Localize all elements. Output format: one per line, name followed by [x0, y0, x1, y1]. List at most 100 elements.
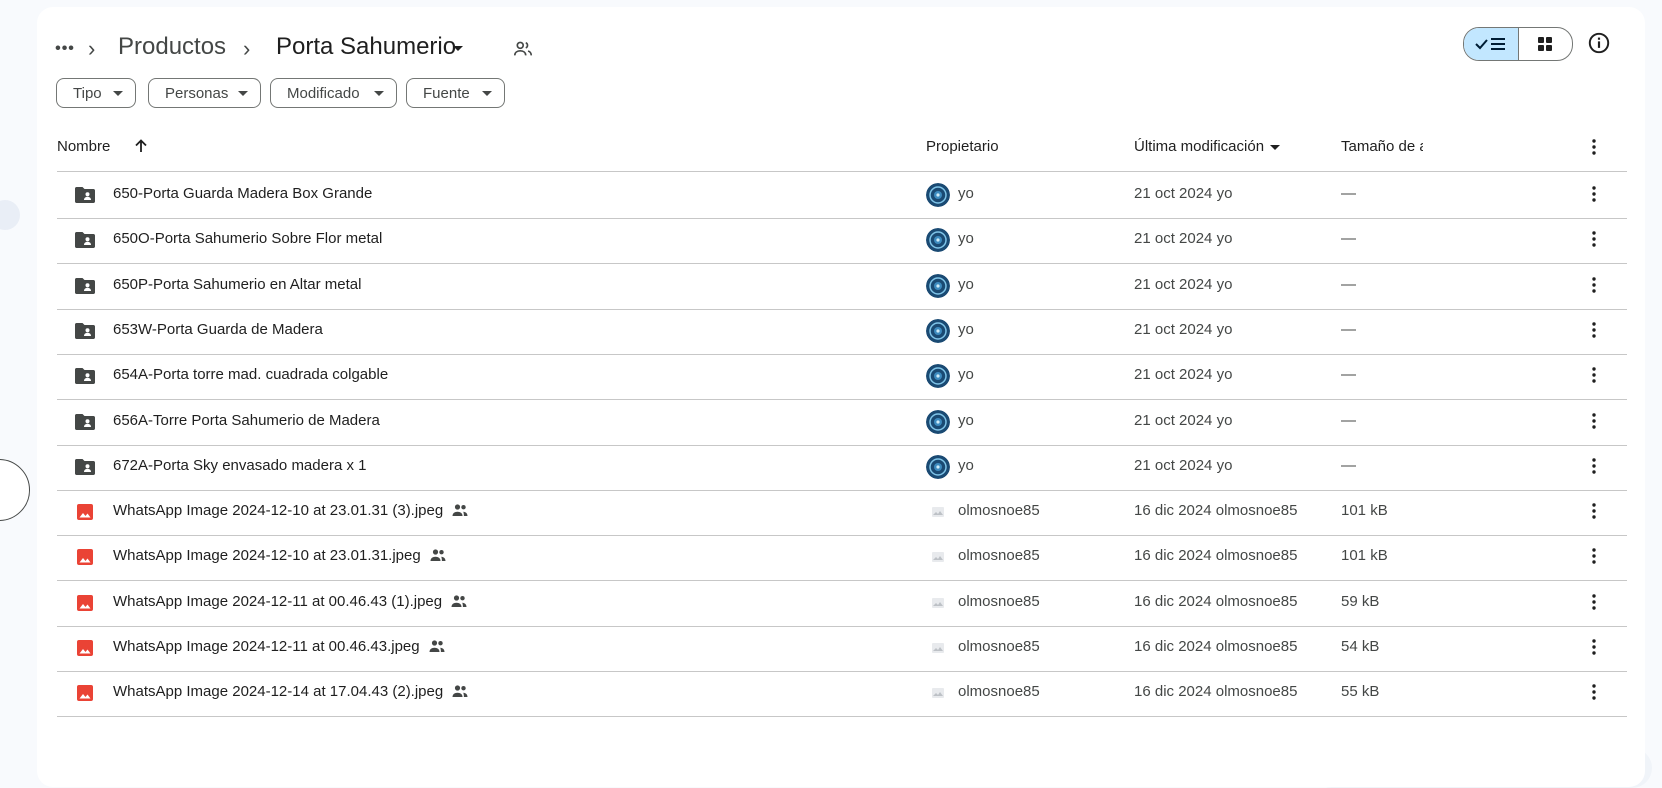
size-text: —	[1341, 411, 1356, 429]
shared-folder-icon	[73, 455, 97, 479]
more-vert-icon[interactable]	[1584, 546, 1604, 566]
table-row-2[interactable]: 650P-Porta Sahumerio en Altar metal yo 2…	[57, 262, 1627, 310]
more-vert-icon[interactable]	[1584, 637, 1604, 657]
more-vert-icon[interactable]	[1584, 592, 1604, 612]
more-crumbs-icon[interactable]: •••	[51, 35, 79, 63]
column-modified[interactable]: Última modificación	[1134, 138, 1281, 155]
chevron-down-icon	[374, 91, 384, 96]
table-row-5[interactable]: 656A-Torre Porta Sahumerio de Madera yo …	[57, 398, 1627, 446]
table-row-8[interactable]: WhatsApp Image 2024-12-10 at 23.01.31.jp…	[57, 533, 1627, 582]
modified-text: 21 oct 2024 yo	[1134, 456, 1233, 474]
size-text: 101 kB	[1341, 547, 1388, 565]
table-row-10[interactable]: WhatsApp Image 2024-12-11 at 00.46.43.jp…	[57, 624, 1627, 672]
side-scroll-button[interactable]	[0, 459, 30, 521]
more-vert-icon[interactable]	[1584, 411, 1604, 431]
file-name: WhatsApp Image 2024-12-14 at 17.04.43 (2…	[113, 683, 469, 700]
avatar	[926, 590, 950, 615]
owner-text: yo	[958, 275, 974, 293]
filter-label: Modificado	[287, 84, 360, 102]
modified-text: 16 dic 2024 olmosnoe85	[1134, 592, 1298, 610]
table-row-7[interactable]: WhatsApp Image 2024-12-10 at 23.01.31 (3…	[57, 488, 1627, 537]
size-text: —	[1341, 275, 1356, 293]
table-row-6[interactable]: 672A-Porta Sky envasado madera x 1 yo 21…	[57, 443, 1627, 491]
filter-personas[interactable]: Personas	[148, 78, 261, 108]
size-text: —	[1341, 320, 1356, 338]
more-vert-icon[interactable]	[1584, 229, 1604, 249]
size-text: 55 kB	[1341, 683, 1380, 701]
owner-text: olmosnoe85	[958, 638, 1040, 655]
table-row-11[interactable]: WhatsApp Image 2024-12-14 at 17.04.43 (2…	[57, 669, 1627, 718]
file-name-text: 650-Porta Guarda Madera Box Grande	[113, 185, 373, 202]
breadcrumb-dropdown-icon[interactable]	[453, 46, 463, 51]
info-icon[interactable]	[1586, 30, 1612, 56]
table-row-0[interactable]: 650-Porta Guarda Madera Box Grande yo 21…	[57, 171, 1627, 219]
owner-text: olmosnoe85	[958, 547, 1040, 565]
image-file-icon	[73, 500, 97, 524]
modified-text: 21 oct 2024 yo	[1134, 275, 1233, 293]
image-file-icon	[73, 636, 97, 660]
owner-text: yo	[958, 411, 974, 429]
chevron-right-icon: ›	[88, 36, 96, 61]
shared-folder-icon	[73, 410, 97, 434]
chevron-down-icon	[113, 91, 123, 96]
file-name-text: WhatsApp Image 2024-12-10 at 23.01.31.jp…	[113, 547, 421, 565]
more-vert-icon[interactable]	[1584, 275, 1604, 295]
more-vert-icon[interactable]	[1584, 137, 1604, 157]
modified-text: 16 dic 2024 olmosnoe85	[1134, 547, 1298, 565]
modified-text: 16 dic 2024 olmosnoe85	[1134, 683, 1298, 701]
table-row-3[interactable]: 653W-Porta Guarda de Madera yo 21 oct 20…	[57, 307, 1627, 355]
modified-text: 21 oct 2024 yo	[1134, 320, 1233, 338]
file-name: 653W-Porta Guarda de Madera	[113, 321, 323, 338]
side-circle-button[interactable]	[0, 200, 20, 230]
filter-label: Tipo	[73, 84, 102, 102]
people-outline-icon[interactable]	[512, 38, 534, 60]
more-vert-icon[interactable]	[1584, 184, 1604, 204]
more-vert-icon[interactable]	[1584, 456, 1604, 476]
arrow-up-icon[interactable]	[132, 137, 150, 155]
shared-people-icon	[428, 639, 446, 653]
file-name-text: 650O-Porta Sahumerio Sobre Flor metal	[113, 230, 383, 248]
owner-text: yo	[958, 366, 974, 384]
modified-text: 21 oct 2024 yo	[1134, 366, 1233, 384]
shared-folder-icon	[73, 319, 97, 343]
more-vert-icon[interactable]	[1584, 501, 1604, 521]
shared-people-icon	[450, 594, 468, 608]
filter-modificado[interactable]: Modificado	[270, 78, 397, 108]
modified-text: 16 dic 2024 olmosnoe85	[1134, 638, 1298, 655]
table-row-4[interactable]: 654A-Porta torre mad. cuadrada colgable …	[57, 352, 1627, 401]
column-size[interactable]: Tamaño de a	[1341, 138, 1423, 155]
chevron-down-icon	[238, 91, 248, 96]
table-row-9[interactable]: WhatsApp Image 2024-12-11 at 00.46.43 (1…	[57, 579, 1627, 627]
more-vert-icon[interactable]	[1584, 365, 1604, 385]
list-view-button[interactable]	[1464, 28, 1519, 60]
column-name[interactable]: Nombre	[57, 138, 110, 155]
size-text: —	[1341, 185, 1356, 202]
view-toggle	[1463, 27, 1573, 61]
file-name-text: 656A-Torre Porta Sahumerio de Madera	[113, 411, 380, 429]
owner-text: yo	[958, 185, 974, 202]
shared-folder-icon	[73, 364, 97, 388]
filter-label: Fuente	[423, 84, 470, 102]
table-row-1[interactable]: 650O-Porta Sahumerio Sobre Flor metal yo…	[57, 216, 1627, 265]
breadcrumb-current[interactable]: Porta Sahumerio	[276, 33, 456, 61]
filter-tipo[interactable]: Tipo	[56, 78, 136, 108]
file-name-text: 672A-Porta Sky envasado madera x 1	[113, 456, 367, 474]
filter-fuente[interactable]: Fuente	[406, 78, 505, 108]
chevron-down-icon	[1270, 144, 1281, 150]
avatar	[926, 318, 950, 343]
file-name: WhatsApp Image 2024-12-10 at 23.01.31.jp…	[113, 547, 447, 564]
table-header: Nombre Propietario Última modificación T…	[57, 123, 1627, 172]
avatar	[926, 636, 950, 660]
size-text: 54 kB	[1341, 638, 1380, 655]
more-vert-icon[interactable]	[1584, 682, 1604, 702]
column-owner[interactable]: Propietario	[926, 138, 999, 155]
avatar	[926, 273, 950, 298]
more-vert-icon[interactable]	[1584, 320, 1604, 340]
shared-people-icon	[429, 548, 447, 562]
breadcrumb-parent[interactable]: Productos	[118, 33, 226, 61]
grid-view-button[interactable]	[1519, 28, 1573, 60]
file-name: 672A-Porta Sky envasado madera x 1	[113, 457, 366, 474]
owner-text: olmosnoe85	[958, 502, 1040, 520]
size-text: 59 kB	[1341, 592, 1380, 610]
modified-text: 21 oct 2024 yo	[1134, 230, 1233, 248]
